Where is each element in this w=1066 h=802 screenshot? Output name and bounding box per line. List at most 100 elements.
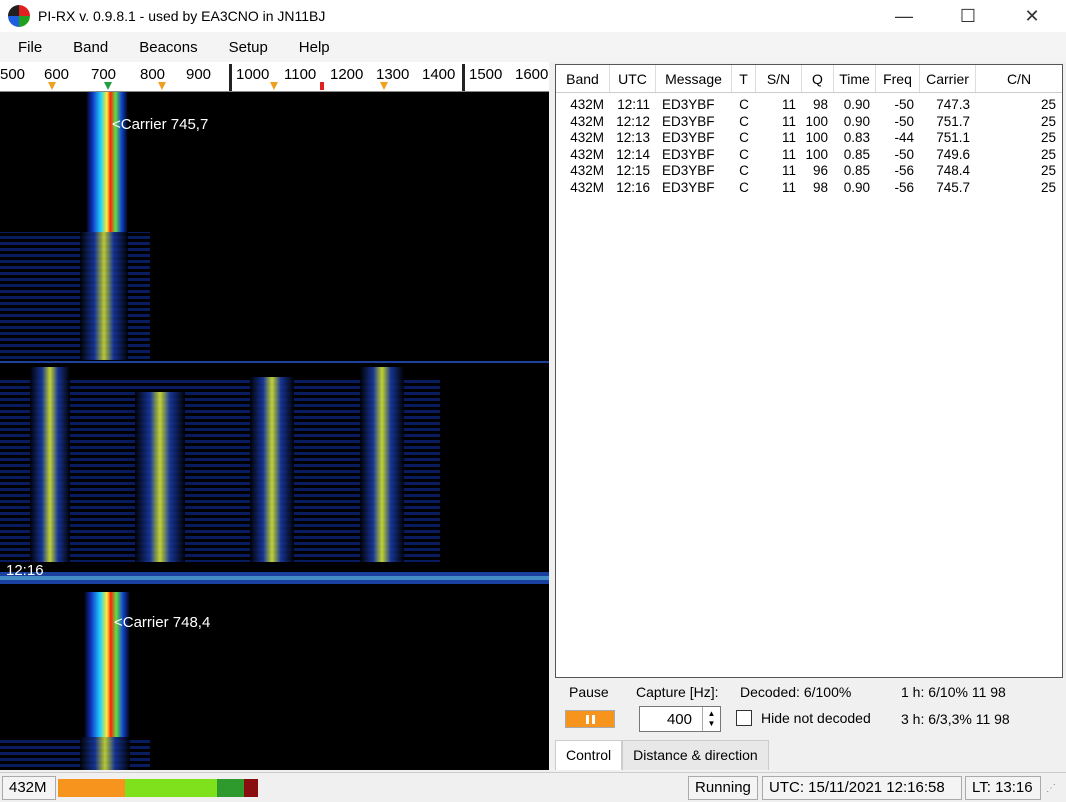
table-row[interactable]: 432M 12:11 ED3YBF C 11 98 0.90 -50 747.3 25 bbox=[556, 97, 1062, 114]
scale-tick: 1000 bbox=[236, 66, 270, 83]
table-cell: 25 bbox=[1040, 163, 1056, 178]
table-cell: 100 bbox=[805, 113, 828, 129]
table-cell: 11 bbox=[781, 179, 796, 195]
table-cell: -56 bbox=[894, 179, 914, 195]
table-cell: ED3YBF bbox=[662, 130, 715, 145]
waterfall-display[interactable]: <Carrier 745,7 12:16 <Carrier 748,4 bbox=[0, 92, 549, 770]
menu-band[interactable]: Band bbox=[55, 39, 121, 56]
table-cell: 747.3 bbox=[936, 97, 970, 112]
column-header[interactable]: Time bbox=[834, 65, 876, 92]
table-row[interactable]: 432M 12:16 ED3YBF C 11 98 0.90 -56 745.7 25 bbox=[556, 180, 1062, 197]
column-header[interactable]: C/N bbox=[976, 65, 1062, 92]
table-cell: 25 bbox=[1040, 97, 1056, 112]
hide-not-decoded-checkbox[interactable] bbox=[736, 710, 752, 726]
resize-grip-icon[interactable]: ⋰ bbox=[1046, 783, 1056, 794]
column-header[interactable]: Band bbox=[556, 65, 610, 92]
table-cell: C bbox=[739, 97, 749, 112]
pause-icon bbox=[585, 714, 589, 724]
table-cell: 749.6 bbox=[936, 146, 970, 162]
table-cell: 0.85 bbox=[843, 163, 870, 178]
table-cell: 0.90 bbox=[843, 113, 870, 129]
beacon-marker bbox=[270, 82, 278, 90]
table-cell: 25 bbox=[1040, 179, 1056, 195]
table-cell: 432M bbox=[570, 97, 604, 112]
table-cell: 11 bbox=[781, 146, 796, 162]
frequency-scale[interactable]: 500 600 700 800 900 1000 1100 1200 1300 … bbox=[0, 62, 549, 92]
waterfall-graphic bbox=[0, 92, 549, 770]
table-cell: 12:13 bbox=[616, 130, 650, 145]
table-cell: 12:11 bbox=[617, 97, 650, 112]
table-cell: ED3YBF bbox=[662, 179, 715, 195]
table-cell: 98 bbox=[812, 179, 828, 195]
tab-control[interactable]: Control bbox=[555, 740, 623, 770]
minimize-icon: — bbox=[895, 5, 913, 26]
maximize-button[interactable]: ☐ bbox=[936, 0, 1000, 32]
pause-button[interactable] bbox=[565, 710, 615, 728]
table-cell: 751.7 bbox=[936, 113, 970, 129]
scale-tick: 1100 bbox=[284, 66, 317, 83]
table-cell: 0.90 bbox=[843, 97, 870, 112]
table-cell: 0.90 bbox=[843, 179, 870, 195]
decode-table[interactable]: Band UTC Message T S/N Q Time Freq Carri… bbox=[555, 64, 1063, 678]
table-row[interactable]: 432M 12:13 ED3YBF C 11 100 0.83 -44 751.1 25 bbox=[556, 130, 1062, 147]
menu-bar: File Band Beacons Setup Help bbox=[0, 32, 1066, 62]
table-cell: C bbox=[739, 163, 749, 178]
table-cell: 11 bbox=[781, 130, 796, 145]
signal-level-bar bbox=[58, 778, 258, 797]
scale-divider bbox=[229, 64, 232, 91]
table-cell: ED3YBF bbox=[662, 146, 715, 162]
table-cell: -50 bbox=[894, 97, 914, 112]
table-cell: 12:16 bbox=[616, 179, 650, 195]
minimize-button[interactable]: — bbox=[872, 0, 936, 32]
spinner-icon[interactable]: ▲ ▼ bbox=[702, 707, 720, 731]
menu-file[interactable]: File bbox=[0, 39, 55, 56]
table-body: 432M 12:11 ED3YBF C 11 98 0.90 -50 747.3 25 432M 12… bbox=[556, 93, 1062, 196]
table-cell: 100 bbox=[805, 130, 828, 145]
column-header[interactable]: Message bbox=[656, 65, 732, 92]
table-cell: C bbox=[739, 146, 749, 162]
menu-setup[interactable]: Setup bbox=[211, 39, 281, 56]
capture-stepper[interactable]: 400 ▲ ▼ bbox=[639, 706, 721, 732]
table-cell: 0.83 bbox=[843, 130, 870, 145]
table-cell: 11 bbox=[781, 97, 796, 112]
table-cell: -56 bbox=[894, 163, 914, 178]
column-header[interactable]: Freq bbox=[876, 65, 920, 92]
scale-tick: 500 bbox=[0, 66, 26, 83]
table-cell: 432M bbox=[570, 130, 604, 145]
beacon-marker bbox=[320, 82, 324, 90]
table-cell: 745.7 bbox=[936, 179, 970, 195]
scale-tick: 900 bbox=[186, 66, 212, 83]
window-title: PI-RX v. 0.9.8.1 - used by EA3CNO in JN1… bbox=[38, 8, 326, 24]
scale-tick: 1200 bbox=[330, 66, 364, 83]
column-header[interactable]: Q bbox=[802, 65, 834, 92]
table-cell: 748.4 bbox=[936, 163, 970, 178]
table-cell: C bbox=[739, 130, 749, 145]
column-header[interactable]: UTC bbox=[610, 65, 656, 92]
menu-beacons[interactable]: Beacons bbox=[121, 39, 210, 56]
scale-tick: 1300 bbox=[376, 66, 410, 83]
menu-help[interactable]: Help bbox=[281, 39, 343, 56]
table-cell: ED3YBF bbox=[662, 97, 715, 112]
table-cell: 0.85 bbox=[843, 146, 870, 162]
column-header[interactable]: T bbox=[732, 65, 756, 92]
time-label: 12:16 bbox=[6, 562, 44, 579]
table-cell: -44 bbox=[894, 130, 914, 145]
title-bar: PI-RX v. 0.9.8.1 - used by EA3CNO in JN1… bbox=[0, 0, 1066, 32]
table-row[interactable]: 432M 12:14 ED3YBF C 11 100 0.85 -50 749.6 25 bbox=[556, 147, 1062, 164]
app-icon bbox=[8, 5, 30, 27]
tab-distance-direction[interactable]: Distance & direction bbox=[622, 740, 769, 770]
carrier-label: <Carrier 748,4 bbox=[114, 614, 211, 631]
scale-tick: 1400 bbox=[422, 66, 456, 83]
scale-divider bbox=[462, 64, 465, 91]
beacon-marker bbox=[104, 82, 112, 90]
table-row[interactable]: 432M 12:15 ED3YBF C 11 96 0.85 -56 748.4 25 bbox=[556, 163, 1062, 180]
close-icon: ✕ bbox=[1024, 5, 1040, 26]
column-header[interactable]: Carrier bbox=[920, 65, 976, 92]
close-button[interactable]: ✕ bbox=[1000, 0, 1064, 32]
column-header[interactable]: S/N bbox=[756, 65, 802, 92]
maximize-icon: ☐ bbox=[959, 5, 977, 26]
table-cell: 12:14 bbox=[616, 146, 650, 162]
table-cell: 98 bbox=[812, 97, 828, 112]
table-row[interactable]: 432M 12:12 ED3YBF C 11 100 0.90 -50 751.7 25 bbox=[556, 114, 1062, 131]
table-cell: 432M bbox=[570, 146, 604, 162]
